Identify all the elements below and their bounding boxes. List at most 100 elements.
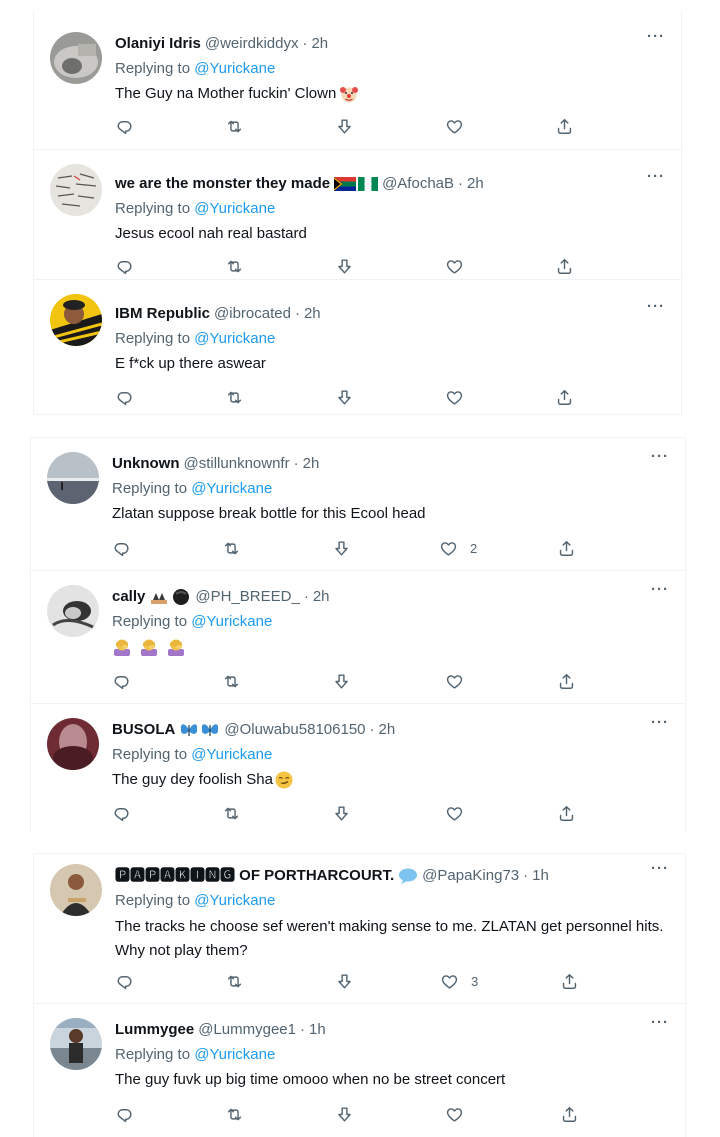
tweet[interactable]: cally @PH_BREED_ · 2h ··· Replying to @Y… — [31, 571, 685, 704]
like-button[interactable] — [445, 254, 476, 278]
like-button[interactable]: 3 — [440, 969, 478, 993]
reply-button[interactable] — [115, 969, 134, 993]
retweet-button[interactable] — [225, 969, 244, 993]
retweet-button[interactable] — [225, 114, 244, 138]
share-button[interactable] — [557, 669, 576, 693]
mention-link[interactable]: @Yurickane — [191, 613, 272, 630]
mention-link[interactable]: @Yurickane — [194, 330, 275, 347]
avatar[interactable] — [50, 1018, 102, 1070]
reply-button[interactable] — [115, 1102, 134, 1126]
mention-link[interactable]: @Yurickane — [191, 746, 272, 763]
replying-label: Replying to — [115, 330, 191, 347]
share-button[interactable] — [557, 536, 576, 560]
retweet-button[interactable] — [222, 801, 241, 825]
tweet[interactable]: Lummygee @Lummygee1 · 1h ··· Replying to… — [34, 1004, 685, 1137]
retweet-button[interactable] — [222, 536, 241, 560]
display-name[interactable]: BUSOLA — [112, 720, 175, 740]
downvote-button[interactable] — [335, 114, 354, 138]
tweet[interactable]: IBM Republic @ibrocated · 2h ··· Replyin… — [34, 280, 681, 415]
mention-link[interactable]: @Yurickane — [194, 892, 275, 909]
downvote-button[interactable] — [335, 385, 354, 409]
display-name[interactable]: Lummygee — [115, 1020, 194, 1040]
more-icon[interactable]: ··· — [647, 168, 665, 185]
like-button[interactable] — [445, 1102, 476, 1126]
avatar[interactable] — [47, 718, 99, 770]
like-icon — [445, 804, 464, 823]
downvote-button[interactable] — [332, 669, 351, 693]
downvote-button[interactable] — [335, 254, 354, 278]
timestamp[interactable]: 2h — [303, 454, 320, 474]
tweet[interactable]: 🅿🅰🅿🅰🅺🅸🅽🅶 OF PORTHARCOURT. @PapaKing73 · … — [34, 854, 685, 1004]
like-button[interactable]: 2 — [439, 536, 477, 560]
tweet[interactable]: Olaniyi Idris @weirdkiddyx · 2h ··· Repl… — [34, 10, 681, 150]
avatar[interactable] — [50, 32, 102, 84]
avatar[interactable] — [50, 864, 102, 916]
display-name[interactable]: IBM Republic — [115, 304, 210, 324]
reply-button[interactable] — [115, 254, 134, 278]
avatar[interactable] — [47, 452, 99, 504]
tweet[interactable]: BUSOLA @Oluwabu58106150 · 2h ··· Replyin… — [31, 704, 685, 833]
like-button[interactable] — [445, 385, 476, 409]
mention-link[interactable]: @Yurickane — [194, 60, 275, 77]
mention-link[interactable]: @Yurickane — [191, 480, 272, 497]
user-handle[interactable]: @Oluwabu58106150 — [224, 720, 365, 740]
retweet-button[interactable] — [225, 385, 244, 409]
more-icon[interactable]: ··· — [647, 298, 665, 315]
more-icon[interactable]: ··· — [651, 714, 669, 731]
user-handle[interactable]: @PapaKing73 — [422, 866, 519, 886]
share-button[interactable] — [557, 801, 576, 825]
like-button[interactable] — [445, 801, 476, 825]
display-name[interactable]: cally — [112, 587, 145, 607]
mention-link[interactable]: @Yurickane — [194, 1046, 275, 1063]
reply-button[interactable] — [112, 536, 131, 560]
share-button[interactable] — [555, 385, 574, 409]
reply-button[interactable] — [112, 801, 131, 825]
downvote-button[interactable] — [335, 1102, 354, 1126]
user-handle[interactable]: @ibrocated — [214, 304, 291, 324]
display-name[interactable]: Olaniyi Idris — [115, 34, 201, 54]
user-handle[interactable]: @PH_BREED_ — [195, 587, 299, 607]
retweet-button[interactable] — [225, 1102, 244, 1126]
like-button[interactable] — [445, 669, 476, 693]
more-icon[interactable]: ··· — [651, 581, 669, 598]
reply-icon — [112, 539, 131, 558]
share-button[interactable] — [555, 254, 574, 278]
user-handle[interactable]: @Lummygee1 — [198, 1020, 296, 1040]
more-icon[interactable]: ··· — [647, 28, 665, 45]
downvote-button[interactable] — [332, 801, 351, 825]
tweet[interactable]: Unknown @stillunknownfr · 2h ··· Replyin… — [31, 438, 685, 571]
user-handle[interactable]: @AfochaB — [382, 174, 454, 194]
timestamp[interactable]: 1h — [309, 1020, 326, 1040]
retweet-button[interactable] — [225, 254, 244, 278]
more-icon[interactable]: ··· — [651, 448, 669, 465]
user-handle[interactable]: @stillunknownfr — [184, 454, 290, 474]
avatar[interactable] — [50, 294, 102, 346]
timestamp[interactable]: 2h — [467, 174, 484, 194]
avatar[interactable] — [50, 164, 102, 216]
downvote-button[interactable] — [335, 969, 354, 993]
downvote-button[interactable] — [332, 536, 351, 560]
timestamp[interactable]: 2h — [304, 304, 321, 324]
more-icon[interactable]: ··· — [651, 1014, 669, 1031]
display-name[interactable]: we are the monster they made — [115, 174, 330, 194]
more-icon[interactable]: ··· — [651, 860, 669, 877]
like-button[interactable] — [445, 114, 476, 138]
tweet-text: The tracks he choose sef weren't making … — [115, 915, 669, 963]
avatar[interactable] — [47, 585, 99, 637]
tweet[interactable]: we are the monster they made @AfochaB · … — [34, 150, 681, 280]
timestamp[interactable]: 2h — [311, 34, 328, 54]
display-name[interactable]: Unknown — [112, 454, 180, 474]
reply-button[interactable] — [115, 385, 134, 409]
share-button[interactable] — [555, 114, 574, 138]
share-button[interactable] — [560, 1102, 579, 1126]
user-handle[interactable]: @weirdkiddyx — [205, 34, 299, 54]
timestamp[interactable]: 2h — [313, 587, 330, 607]
timestamp[interactable]: 2h — [379, 720, 396, 740]
retweet-button[interactable] — [222, 669, 241, 693]
timestamp[interactable]: 1h — [532, 866, 549, 886]
display-name[interactable]: 🅿🅰🅿🅰🅺🅸🅽🅶 OF PORTHARCOURT. — [115, 866, 394, 886]
reply-button[interactable] — [115, 114, 134, 138]
share-button[interactable] — [560, 969, 579, 993]
reply-button[interactable] — [112, 669, 131, 693]
mention-link[interactable]: @Yurickane — [194, 200, 275, 217]
